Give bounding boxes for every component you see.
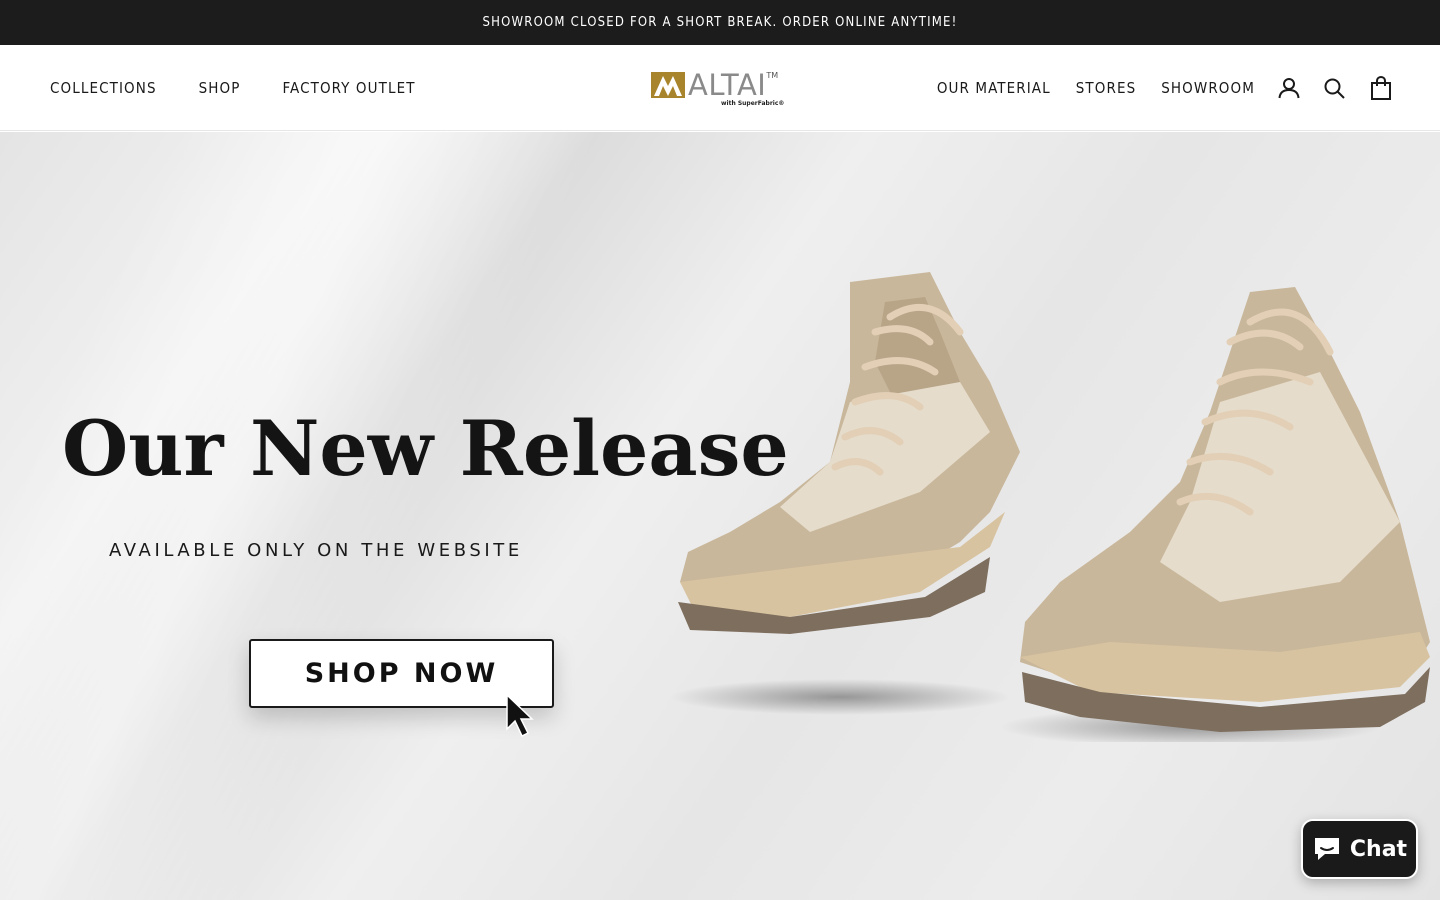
chat-bubble-icon [1314,838,1339,860]
nav-shop[interactable]: SHOP [199,79,241,97]
chat-label: Chat [1349,836,1408,862]
account-icon[interactable] [1277,76,1300,100]
left-boot [678,272,1020,634]
primary-nav-right: OUR MATERIAL STORES SHOWROOM [937,45,1255,131]
nav-stores[interactable]: STORES [1076,79,1137,97]
primary-nav-left: COLLECTIONS SHOP FACTORY OUTLET [50,45,416,131]
logo-subtitle: with SuperFabric® [721,100,785,107]
hero-title: Our New Release [62,404,789,493]
nav-our-material[interactable]: OUR MATERIAL [937,79,1051,97]
hiking-boots-product-image [670,272,1430,742]
logo-wordmark: ALTAI [688,68,767,102]
altai-logo-mark-icon [651,72,685,98]
site-header: COLLECTIONS SHOP FACTORY OUTLET ALTAI TM… [0,45,1440,131]
site-logo[interactable]: ALTAI TM with SuperFabric® [651,69,791,109]
nav-factory-outlet[interactable]: FACTORY OUTLET [283,79,416,97]
announcement-text: SHOWROOM CLOSED FOR A SHORT BREAK. ORDER… [482,15,958,30]
announcement-bar: SHOWROOM CLOSED FOR A SHORT BREAK. ORDER… [0,0,1440,45]
chat-widget-button[interactable]: Chat [1301,819,1418,879]
nav-showroom[interactable]: SHOWROOM [1161,79,1255,97]
logo-trademark: TM [766,71,779,80]
cart-icon[interactable] [1369,76,1392,100]
mouse-pointer-icon [506,693,534,738]
hero-subtitle: AVAILABLE ONLY ON THE WEBSITE [109,540,523,561]
nav-collections[interactable]: COLLECTIONS [50,79,157,97]
header-icons [1277,45,1392,131]
search-icon[interactable] [1323,76,1346,100]
right-boot [1020,287,1430,732]
hero-banner[interactable]: Our New Release AVAILABLE ONLY ON THE WE… [0,132,1440,900]
